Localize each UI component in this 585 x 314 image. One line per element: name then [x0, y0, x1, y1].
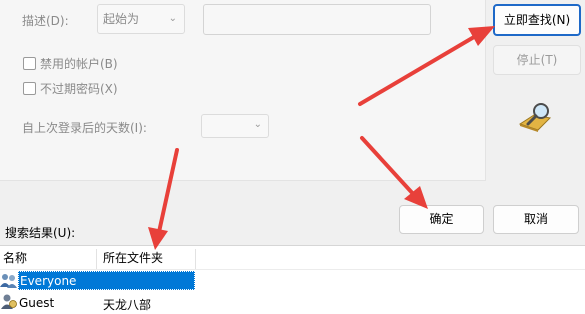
search-folder-icon — [517, 101, 555, 133]
user-icon — [0, 294, 17, 309]
row-name: Everyone — [20, 274, 77, 288]
description-input[interactable] — [203, 4, 431, 35]
search-results-label: 搜索结果(U): — [5, 226, 76, 240]
disabled-accounts-checkbox[interactable] — [23, 57, 36, 70]
description-match-value: 起始为 — [103, 12, 140, 26]
row-name: Guest — [19, 296, 55, 310]
column-divider[interactable] — [195, 249, 196, 269]
header-divider — [0, 269, 585, 270]
non-expiring-passwords-checkbox[interactable] — [23, 82, 36, 95]
days-since-logon-label: 自上次登录后的天数(I): — [22, 121, 147, 135]
chevron-down-icon: ⌄ — [253, 119, 262, 130]
ok-button[interactable]: 确定 — [399, 205, 484, 234]
group-icon — [0, 273, 17, 288]
disabled-accounts-label: 禁用的帐户(B) — [40, 57, 118, 71]
chevron-down-icon: ⌄ — [168, 13, 177, 24]
stop-button[interactable]: 停止(T) — [493, 45, 581, 75]
description-match-combo[interactable]: 起始为 ⌄ — [97, 4, 185, 34]
days-since-logon-combo[interactable]: ⌄ — [201, 114, 269, 138]
column-header-name[interactable]: 名称 — [3, 248, 27, 269]
column-divider[interactable] — [96, 249, 97, 269]
column-header-folder[interactable]: 所在文件夹 — [103, 248, 163, 269]
cancel-button[interactable]: 取消 — [493, 205, 579, 234]
non-expiring-passwords-label: 不过期密码(X) — [40, 82, 118, 96]
row-folder: 天龙八部 — [103, 298, 152, 312]
find-now-button[interactable]: 立即查找(N) — [493, 4, 581, 36]
description-label: 描述(D): — [22, 14, 69, 28]
